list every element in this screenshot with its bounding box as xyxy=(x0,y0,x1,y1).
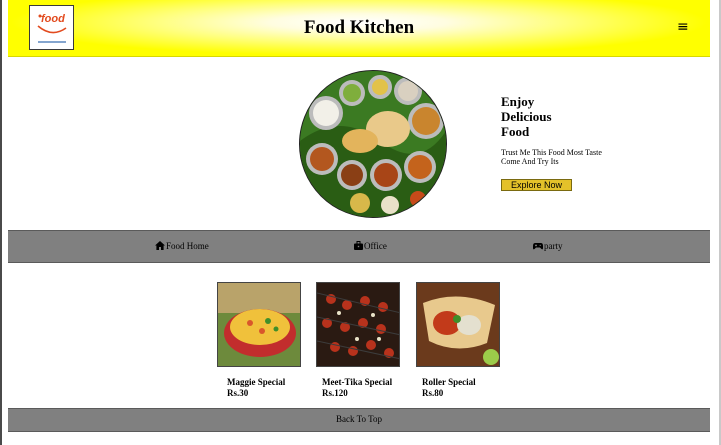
hamburger-menu-icon[interactable]: ≡ xyxy=(677,19,689,35)
maggie-special-image[interactable] xyxy=(217,282,301,367)
thali-plate-image xyxy=(300,71,446,217)
hero-heading-line: Enjoy xyxy=(501,94,535,109)
hero-text-block: Enjoy Delicious Food Trust Me This Food … xyxy=(501,94,621,166)
hero-subtext: Trust Me This Food Most Taste Come And T… xyxy=(501,148,602,166)
explore-now-button[interactable]: Explore Now xyxy=(501,179,572,191)
nav-item-label: party xyxy=(544,241,563,251)
maggie-bowl-image xyxy=(218,283,300,366)
menu-item-price: Rs.120 xyxy=(322,388,348,398)
nav-item-office[interactable]: Office xyxy=(354,241,387,251)
hero-heading-line: Food xyxy=(501,124,530,139)
nav-item-food-home[interactable]: Food Home xyxy=(155,241,209,251)
roller-special-image[interactable] xyxy=(416,282,500,367)
page-title: Food Kitchen xyxy=(303,17,415,38)
nav-item-party[interactable]: party xyxy=(533,241,563,251)
menu-item-name: Meet-Tika Special xyxy=(322,377,393,387)
nav-item-label: Food Home xyxy=(166,241,209,251)
home-icon xyxy=(155,241,165,250)
menu-item-price: Rs.30 xyxy=(227,388,249,398)
roll-wrap-image xyxy=(417,283,499,366)
meet-tika-special-image[interactable] xyxy=(316,282,400,367)
menu-item-name: Roller Special xyxy=(422,377,476,387)
category-nav-bar: Food Home Office party xyxy=(8,230,710,263)
nav-item-label: Office xyxy=(364,241,387,251)
gamepad-icon xyxy=(533,243,543,250)
tikka-skewers-image xyxy=(317,283,399,366)
briefcase-icon xyxy=(354,241,363,250)
menu-item-name: Maggie Special xyxy=(227,377,286,387)
window-frame-left xyxy=(0,0,2,445)
hero-thali-image xyxy=(299,70,447,218)
menu-item-price: Rs.80 xyxy=(422,388,444,398)
hero-heading: Enjoy Delicious Food xyxy=(501,94,621,139)
back-to-top-link[interactable]: Back To Top xyxy=(8,408,710,432)
site-header: food Food Kitchen ≡ xyxy=(8,0,710,57)
hero-heading-line: Delicious xyxy=(501,109,552,124)
